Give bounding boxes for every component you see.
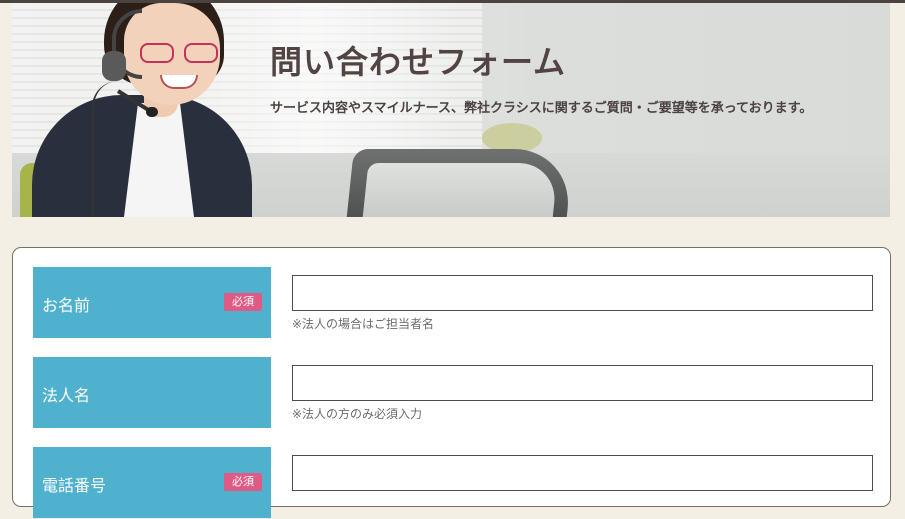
field-label-name: お名前 — [42, 296, 91, 315]
name-input[interactable] — [292, 275, 873, 311]
company-input[interactable] — [292, 365, 873, 401]
field-label-box: 電話番号 必須 — [33, 447, 271, 518]
form-row-phone: 電話番号 必須 — [33, 447, 873, 519]
hero-banner: 問い合わせフォーム サービス内容やスマイルナース、弊社クラシスに関するご質問・ご… — [12, 3, 890, 217]
required-badge: 必須 — [224, 473, 262, 491]
page-title: 問い合わせフォーム — [270, 43, 567, 81]
form-row-company: 法人名 ※法人の方のみ必須入力 — [33, 357, 873, 429]
required-badge: 必須 — [224, 293, 262, 311]
microphone-icon — [146, 107, 158, 117]
field-note-company: ※法人の方のみ必須入力 — [292, 407, 423, 421]
contact-form: お名前 必須 ※法人の場合はご担当者名 法人名 ※法人の方のみ必須入力 電話番号… — [12, 247, 891, 518]
monitor-image — [346, 149, 574, 217]
field-label-box: お名前 必須 — [33, 267, 271, 338]
page-subtitle: サービス内容やスマイルナース、弊社クラシスに関するご質問・ご要望等を承っておりま… — [270, 101, 813, 116]
glasses-icon — [140, 43, 224, 65]
field-note-name: ※法人の場合はご担当者名 — [292, 317, 435, 331]
phone-input[interactable] — [292, 455, 873, 491]
field-label-phone: 電話番号 — [42, 476, 107, 495]
field-label-company: 法人名 — [42, 386, 91, 405]
headset-icon — [102, 51, 126, 81]
operator-photo — [32, 3, 282, 217]
form-row-name: お名前 必須 ※法人の場合はご担当者名 — [33, 267, 873, 339]
field-label-box: 法人名 — [33, 357, 271, 428]
headset-cord — [92, 81, 118, 217]
